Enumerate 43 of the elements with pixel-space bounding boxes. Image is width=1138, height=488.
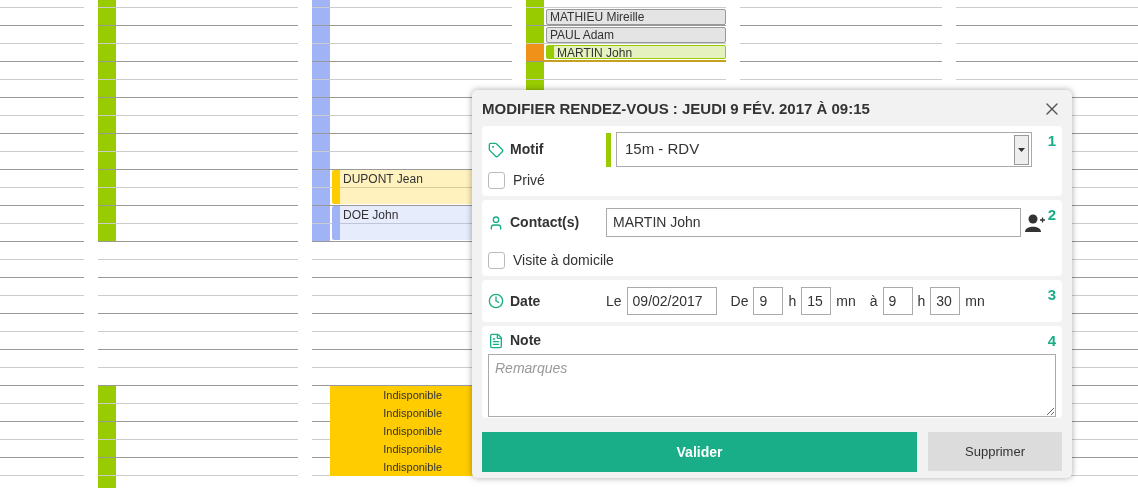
delete-button[interactable]: Supprimer: [928, 432, 1062, 471]
unavailable-label: Indisponible: [383, 406, 442, 420]
person-icon: [488, 214, 504, 231]
checkbox[interactable]: [488, 172, 505, 189]
checkbox[interactable]: [488, 252, 505, 269]
field-label: Le: [606, 291, 622, 311]
note-icon: [488, 332, 504, 349]
time-field[interactable]: 30: [930, 287, 961, 315]
appointment[interactable]: PAUL Adam: [546, 27, 726, 43]
field-label: mn: [965, 291, 985, 311]
field-label: h: [917, 291, 926, 311]
date-field[interactable]: 09/02/2017: [626, 287, 717, 315]
unavailable-label: Indisponible: [383, 388, 442, 402]
caret-icon: [1014, 134, 1029, 165]
time-field[interactable]: 9: [753, 287, 784, 315]
field-label: Contact(s): [510, 213, 580, 232]
time-field[interactable]: 9: [882, 287, 913, 315]
unavailable-label: Indisponible: [383, 442, 442, 456]
step-number: 4: [1047, 331, 1056, 351]
appointment[interactable]: MARTIN John: [546, 45, 726, 59]
contact-field[interactable]: MARTIN John: [606, 208, 1021, 237]
step-number: 3: [1047, 285, 1056, 305]
field-label: à: [869, 291, 878, 311]
checkbox-label: Visite à domicile: [513, 251, 614, 270]
time-field[interactable]: 15: [801, 287, 832, 315]
field-label: h: [788, 291, 797, 311]
motif-select[interactable]: 15m - RDV: [616, 132, 1032, 167]
field-label: mn: [836, 293, 856, 309]
step-number: 2: [1047, 205, 1056, 225]
step-number: 1: [1047, 131, 1056, 151]
unavailable-label: Indisponible: [383, 424, 442, 438]
dialog-title: MODIFIER RENDEZ-VOUS : JEUDI 9 FÉV. 2017 À 09:15: [482, 98, 870, 119]
checkbox-label: Privé: [513, 171, 545, 190]
tag-icon: [488, 141, 504, 158]
unavailable-label: Indisponible: [383, 460, 442, 474]
field-label: Date: [510, 291, 541, 311]
appointment[interactable]: MATHIEU Mireille: [546, 9, 726, 25]
field-label: Note: [510, 331, 542, 350]
note-field[interactable]: Remarques: [488, 354, 1056, 417]
field-label: De: [730, 291, 749, 311]
field-label: Motif: [510, 140, 544, 159]
clock-icon: [488, 293, 504, 309]
add-person-icon[interactable]: [1025, 213, 1045, 232]
